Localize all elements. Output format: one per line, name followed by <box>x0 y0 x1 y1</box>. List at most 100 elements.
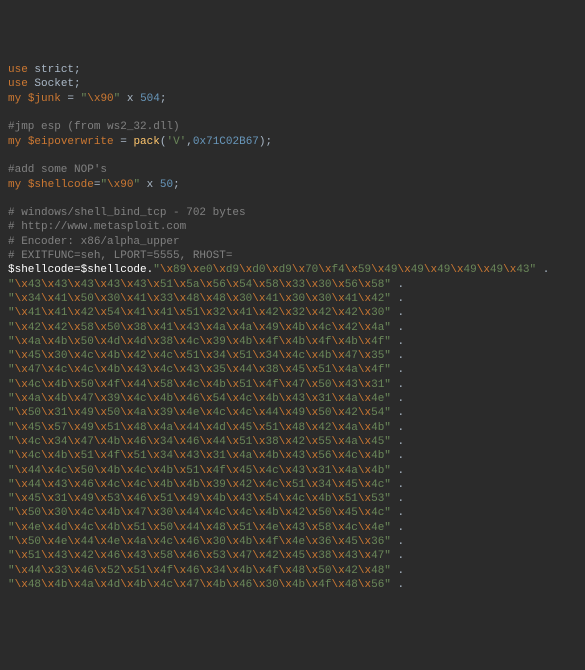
hex-byte: 4c <box>239 393 252 405</box>
hex-byte: 4b <box>292 579 305 591</box>
hex-escape: \x <box>199 450 212 462</box>
code-token: \x90 <box>87 93 113 105</box>
hex-byte: 4e <box>265 522 278 534</box>
hex-escape: \x <box>305 450 318 462</box>
hex-byte: 43 <box>133 550 146 562</box>
hex-byte: 4a <box>239 450 252 462</box>
hex-byte: 4b <box>186 479 199 491</box>
hex-escape: \x <box>67 407 80 419</box>
hex-byte: 50 <box>107 407 120 419</box>
hex-escape: \x <box>226 536 239 548</box>
hex-escape: \x <box>147 522 160 534</box>
hex-escape: \x <box>15 364 28 376</box>
string-quote: " <box>8 422 15 434</box>
hex-byte: 30 <box>371 307 384 319</box>
hex-byte: 34 <box>213 350 226 362</box>
hex-escape: \x <box>67 322 80 334</box>
hex-byte: 50 <box>28 407 41 419</box>
hex-escape: \x <box>147 550 160 562</box>
hex-escape: \x <box>358 507 371 519</box>
hex-byte: 44 <box>28 479 41 491</box>
hex-byte: 42 <box>345 407 358 419</box>
code-token <box>21 93 28 105</box>
hex-byte: 44 <box>265 407 278 419</box>
hex-escape: \x <box>41 465 54 477</box>
hex-byte: 4c <box>107 479 120 491</box>
hex-escape: \x <box>358 493 371 505</box>
hex-escape: \x <box>226 565 239 577</box>
hex-byte: 43 <box>292 450 305 462</box>
hex-escape: \x <box>305 565 318 577</box>
hex-escape: \x <box>120 450 133 462</box>
hex-byte: 50 <box>318 565 331 577</box>
hex-escape: \x <box>67 550 80 562</box>
hex-byte: 4c <box>345 450 358 462</box>
hex-byte: 49 <box>81 493 94 505</box>
hex-byte: 42 <box>81 307 94 319</box>
hex-byte: 44 <box>28 565 41 577</box>
hex-escape: \x <box>477 264 490 276</box>
hex-byte: 4a <box>133 407 146 419</box>
hex-byte: 51 <box>160 279 173 291</box>
string-quote: " <box>8 364 15 376</box>
hex-escape: \x <box>252 507 265 519</box>
string-quote: " <box>384 336 391 348</box>
hex-byte: 4c <box>28 379 41 391</box>
hex-byte: 54 <box>107 307 120 319</box>
hex-escape: \x <box>358 293 371 305</box>
hex-byte: 4c <box>213 407 226 419</box>
hex-byte: 4d <box>213 422 226 434</box>
hex-byte: 38 <box>265 436 278 448</box>
hex-byte: 4b <box>107 436 120 448</box>
string-quote: " <box>384 493 391 505</box>
hex-byte: 45 <box>28 422 41 434</box>
hex-escape: \x <box>173 393 186 405</box>
hex-escape: \x <box>147 407 160 419</box>
hex-byte: 41 <box>239 307 252 319</box>
hex-escape: \x <box>173 436 186 448</box>
hex-escape: \x <box>67 422 80 434</box>
hex-escape: \x <box>358 479 371 491</box>
hex-escape: \x <box>120 322 133 334</box>
hex-escape: \x <box>120 536 133 548</box>
hex-byte: 4f <box>318 579 331 591</box>
hex-escape: \x <box>199 350 212 362</box>
hex-escape: \x <box>147 422 160 434</box>
hex-escape: \x <box>67 393 80 405</box>
hex-byte: 49 <box>81 422 94 434</box>
hex-byte: 43 <box>133 364 146 376</box>
hex-byte: 42 <box>265 307 278 319</box>
hex-byte: 46 <box>239 579 252 591</box>
hex-byte: 49 <box>464 264 477 276</box>
hex-escape: \x <box>503 264 516 276</box>
hex-byte: 4b <box>371 422 384 434</box>
line-end: . <box>536 264 549 276</box>
hex-escape: \x <box>252 379 265 391</box>
hex-byte: 30 <box>292 293 305 305</box>
hex-escape: \x <box>173 293 186 305</box>
hex-escape: \x <box>331 465 344 477</box>
hex-escape: \x <box>305 279 318 291</box>
hex-escape: \x <box>94 379 107 391</box>
hex-byte: 4f <box>107 450 120 462</box>
hex-escape: \x <box>67 279 80 291</box>
hex-escape: \x <box>331 522 344 534</box>
hex-escape: \x <box>147 465 160 477</box>
hex-escape: \x <box>252 350 265 362</box>
hex-escape: \x <box>305 350 318 362</box>
hex-escape: \x <box>147 493 160 505</box>
line-end: . <box>391 322 404 334</box>
hex-byte: 34 <box>265 350 278 362</box>
code-line: "\x44\x43\x46\x4c\x4c\x4b\x4b\x39\x42\x4… <box>8 478 577 492</box>
string-quote: " <box>8 336 15 348</box>
hex-byte: 41 <box>54 307 67 319</box>
hex-escape: \x <box>331 393 344 405</box>
hex-byte: 4b <box>292 336 305 348</box>
hex-escape: \x <box>331 379 344 391</box>
hex-escape: \x <box>15 536 28 548</box>
hex-byte: 4f <box>160 565 173 577</box>
string-quote: " <box>8 522 15 534</box>
code-token: # EXITFUNC=seh, LPORT=5555, RHOST= <box>8 250 232 262</box>
hex-byte: 42 <box>318 307 331 319</box>
hex-escape: \x <box>279 379 292 391</box>
